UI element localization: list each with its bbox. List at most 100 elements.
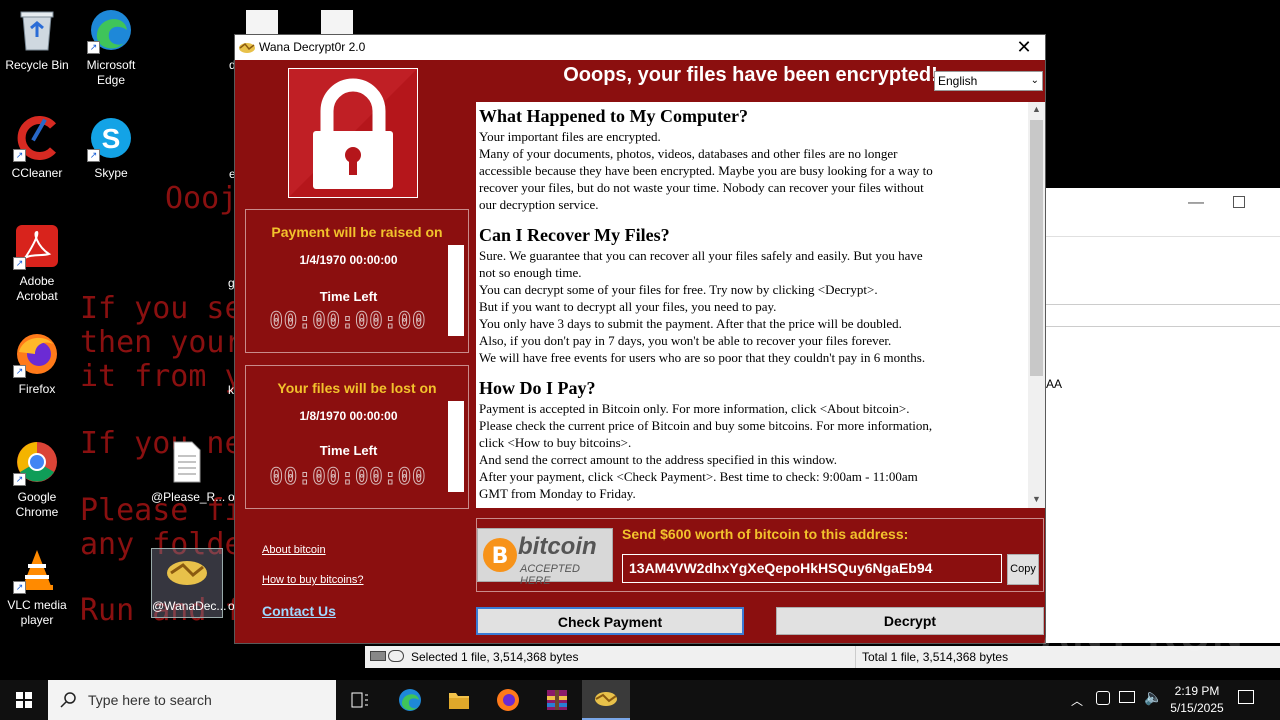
ccleaner-icon: ↗: [13, 116, 59, 162]
contact-us-link[interactable]: Contact Us: [262, 603, 336, 619]
status-total: Total 1 file, 3,514,368 bytes: [862, 650, 1009, 664]
task-view-button[interactable]: [336, 680, 384, 720]
taskbar-search-box[interactable]: Type here to search: [48, 680, 336, 720]
network-icon[interactable]: [1119, 691, 1135, 703]
system-tray-icon[interactable]: [1096, 691, 1110, 705]
wana-decryptor-window: Wana Decrypt0r 2.0 ✕ Ooops, your files h…: [234, 34, 1046, 644]
message-line: Also, if you don't pay in 7 days, you wo…: [479, 333, 892, 348]
message-line: GMT from Monday to Friday.: [479, 486, 636, 501]
watermark: ANY RUN: [1040, 612, 1245, 659]
message-line: We will have free events for users who a…: [479, 350, 926, 365]
desktop-icon-ccleaner[interactable]: ↗ CCleaner: [2, 116, 72, 181]
desktop-icon-label: VLC media player: [7, 598, 67, 627]
about-bitcoin-link[interactable]: About bitcoin: [262, 544, 326, 556]
skype-icon: S ↗: [87, 116, 133, 162]
ransom-message-box[interactable]: What Happened to My Computer? Your impor…: [476, 102, 1045, 508]
drive-icon: [370, 651, 386, 661]
section-heading: What Happened to My Computer?: [479, 106, 748, 126]
payment-raise-heading: Payment will be raised on: [271, 224, 443, 240]
scroll-thumb[interactable]: [1030, 120, 1043, 376]
window-title: Wana Decrypt0r 2.0: [259, 40, 366, 54]
check-payment-button[interactable]: Check Payment: [476, 607, 744, 635]
decrypt-button[interactable]: Decrypt: [776, 607, 1044, 635]
edge-icon: ↗: [87, 8, 133, 54]
message-line: Payment is accepted in Bitcoin only. For…: [479, 401, 910, 416]
message-line: But if you want to decrypt all your file…: [479, 299, 777, 314]
desktop-icon-edge[interactable]: ↗ Microsoft Edge: [76, 8, 146, 88]
minimize-icon[interactable]: —: [1188, 194, 1204, 212]
chrome-icon: ↗: [13, 440, 59, 486]
desktop-icon-wanadecryptor[interactable]: @WanaDec...: [151, 548, 227, 618]
chevron-up-icon[interactable]: ︿: [1071, 692, 1083, 709]
desktop-bg-text-line-4: it from y: [80, 359, 243, 394]
scroll-up-icon[interactable]: ▲: [1032, 104, 1041, 114]
desktop-icon-skype[interactable]: S ↗ Skype: [76, 116, 146, 181]
acrobat-icon: ↗: [13, 224, 59, 270]
padlock-image: [288, 68, 418, 198]
svg-text:B: B: [492, 544, 509, 569]
clock[interactable]: 2:19 PM 5/15/2025: [1165, 683, 1229, 717]
time-left-label: Time Left: [319, 443, 378, 458]
file-icon[interactable]: [321, 10, 353, 34]
title-bar[interactable]: Wana Decrypt0r 2.0 ✕: [235, 35, 1045, 60]
desktop-icon-acrobat[interactable]: ↗ Adobe Acrobat: [2, 224, 72, 304]
search-placeholder: Type here to search: [88, 692, 212, 708]
folder-icon: [449, 693, 469, 709]
bitcoin-address-field[interactable]: 13AM4VW2dhxYgXeQepoHkHSQuy6NgaEb94: [622, 554, 1002, 583]
scroll-down-icon[interactable]: ▼: [1032, 494, 1041, 504]
close-icon[interactable]: ✕: [1009, 37, 1039, 57]
desktop-icon-recycle-bin[interactable]: Recycle Bin: [2, 8, 72, 73]
app-icon: [239, 40, 255, 59]
taskbar-file-explorer[interactable]: [435, 680, 483, 720]
message-line: Please check the current price of Bitcoi…: [479, 418, 933, 433]
desktop-icon-label: @WanaDec...: [152, 599, 227, 613]
text-file-icon: [164, 440, 208, 484]
explorer-partial-text: AA: [1046, 377, 1063, 391]
desktop-bg-text-line-2: If you se: [80, 291, 243, 326]
file-icon[interactable]: [246, 10, 278, 34]
taskbar-winrar[interactable]: [533, 680, 581, 720]
vertical-scrollbar[interactable]: ▲ ▼: [1028, 102, 1045, 508]
copy-button[interactable]: Copy: [1007, 554, 1039, 585]
winrar-icon: [547, 690, 567, 710]
desktop-icon-please-read[interactable]: @Please_R...: [151, 440, 226, 505]
firefox-icon: ↗: [13, 332, 59, 378]
progress-bar: [448, 401, 464, 492]
search-icon: [60, 692, 76, 708]
desktop-icon-firefox[interactable]: ↗ Firefox: [2, 332, 72, 397]
windows-icon: [16, 692, 32, 708]
taskbar-edge[interactable]: [386, 680, 434, 720]
notification-icon[interactable]: [1238, 690, 1254, 704]
bitcoin-logo-sub: ACCEPTED HERE: [520, 563, 580, 587]
maximize-icon[interactable]: [1233, 196, 1245, 208]
section-heading: How Do I Pay?: [479, 378, 596, 398]
task-view-icon: [351, 692, 368, 708]
desktop-icon-label: Adobe Acrobat: [16, 274, 58, 303]
bitcoin-icon: B: [483, 538, 517, 572]
desktop-icon-chrome[interactable]: ↗ Google Chrome: [2, 440, 72, 520]
send-amount-label: Send $600 worth of bitcoin to this addre…: [622, 526, 909, 542]
section-heading: Can I Recover My Files?: [479, 225, 670, 245]
svg-text:S: S: [102, 123, 121, 154]
desktop-icon-label: @Please_R...: [151, 490, 226, 504]
taskbar-wanadecryptor[interactable]: [582, 680, 630, 720]
desktop-bg-text-line-3: then your: [80, 325, 243, 360]
volume-icon[interactable]: 🔈: [1144, 688, 1163, 706]
desktop-icon-vlc[interactable]: ↗ VLC media player: [2, 548, 72, 628]
message-line: You only have 3 days to submit the payme…: [479, 316, 902, 331]
chevron-down-icon: ⌄: [1030, 75, 1039, 86]
desktop-icon-label: Recycle Bin: [5, 58, 69, 72]
start-button[interactable]: [0, 680, 48, 720]
message-line: And send the correct amount to the addre…: [479, 452, 838, 467]
network-icon: [388, 650, 404, 662]
message-line: not so enough time.: [479, 265, 582, 280]
message-line: accessible because they have been encryp…: [479, 163, 933, 178]
payment-raise-date: 1/4/1970 00:00:00: [299, 253, 398, 267]
message-line: Sure. We guarantee that you can recover …: [479, 248, 923, 263]
bitcoin-accepted-logo: B bitcoin ACCEPTED HERE: [477, 528, 613, 587]
taskbar-firefox[interactable]: [484, 680, 532, 720]
language-select[interactable]: English ⌄: [934, 71, 1043, 91]
bitcoin-logo-word: bitcoin: [518, 533, 597, 560]
how-to-buy-link[interactable]: How to buy bitcoins?: [262, 574, 364, 586]
message-line: Many of your documents, photos, videos, …: [479, 146, 898, 161]
